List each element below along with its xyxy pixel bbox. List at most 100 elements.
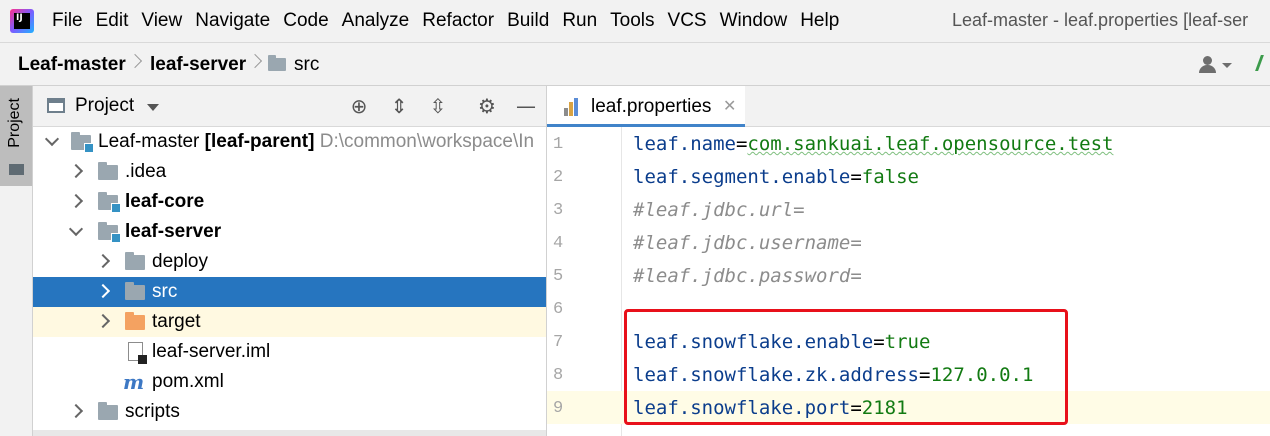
breadcrumb-project[interactable]: Leaf-master bbox=[18, 54, 126, 76]
menu-run[interactable]: Run bbox=[562, 10, 597, 32]
line-number: 3 bbox=[547, 193, 622, 226]
menu-refactor[interactable]: Refactor bbox=[422, 10, 494, 32]
code-line[interactable]: 5 #leaf.jdbc.password= bbox=[547, 259, 1270, 292]
line-number-text: 7 bbox=[553, 333, 564, 352]
tree-label: .idea bbox=[125, 161, 167, 182]
property-equals: = bbox=[918, 364, 931, 386]
folder-icon bbox=[98, 162, 118, 180]
code-comment: #leaf.jdbc.password= bbox=[633, 265, 862, 287]
line-number-text: 1 bbox=[553, 135, 564, 154]
tree-row[interactable]: leaf-server bbox=[33, 217, 546, 247]
chevron-right-icon[interactable] bbox=[95, 313, 111, 329]
main-menu: File Edit View Navigate Code Analyze Ref… bbox=[40, 0, 845, 42]
project-tool-button[interactable]: Project bbox=[0, 86, 32, 186]
menu-code[interactable]: Code bbox=[283, 10, 328, 32]
property-key: leaf.segment.enable bbox=[633, 166, 851, 188]
line-number: 7 bbox=[547, 325, 622, 358]
tree-label: pom.xml bbox=[152, 371, 224, 392]
menu-file[interactable]: File bbox=[52, 10, 83, 32]
vcs-commit-icon[interactable] bbox=[1255, 55, 1270, 71]
line-number: 9 bbox=[547, 391, 622, 424]
code-line-current[interactable]: 9 leaf.snowflake.port=2181 bbox=[547, 391, 1270, 424]
chevron-right-icon[interactable] bbox=[68, 163, 84, 179]
tree-row[interactable]: leaf-server.iml bbox=[33, 337, 546, 367]
tree-label: target bbox=[152, 311, 201, 332]
code-line[interactable]: 4 #leaf.jdbc.username= bbox=[547, 226, 1270, 259]
line-number-text: 8 bbox=[553, 366, 564, 385]
tree-label-root: Leaf-master [leaf-parent] D:\common\work… bbox=[98, 131, 534, 153]
line-number: 8 bbox=[547, 358, 622, 391]
tree-row[interactable]: scripts bbox=[33, 397, 546, 427]
line-number-text: 5 bbox=[553, 267, 564, 286]
line-number: 6 bbox=[547, 292, 622, 325]
tree-label: leaf-server.iml bbox=[152, 341, 271, 362]
chevron-down-icon[interactable] bbox=[68, 221, 84, 237]
menu-navigate[interactable]: Navigate bbox=[195, 10, 270, 32]
code-area[interactable]: 1 leaf.name=com.sankuai.leaf.opensource.… bbox=[547, 127, 1270, 436]
code-line[interactable]: 2 leaf.segment.enable=false bbox=[547, 160, 1270, 193]
left-tool-strip: Project bbox=[0, 86, 33, 436]
tree-row[interactable]: .idea bbox=[33, 157, 546, 187]
line-number-text: 6 bbox=[553, 300, 564, 319]
code-line[interactable]: 6 bbox=[547, 292, 1270, 325]
collapse-all-icon[interactable]: ⇳ bbox=[427, 95, 449, 117]
horizontal-scrollbar[interactable] bbox=[33, 430, 546, 436]
menu-tools[interactable]: Tools bbox=[610, 10, 654, 32]
menu-build[interactable]: Build bbox=[507, 10, 549, 32]
close-icon[interactable]: ✕ bbox=[723, 96, 736, 115]
tree-row[interactable]: m pom.xml bbox=[33, 367, 546, 397]
folder-icon bbox=[98, 402, 118, 420]
code-line[interactable]: 8 leaf.snowflake.zk.address=127.0.0.1 bbox=[547, 358, 1270, 391]
tree-label: leaf-server bbox=[125, 221, 222, 242]
tree-label: deploy bbox=[152, 251, 208, 272]
gear-icon[interactable]: ⚙ bbox=[476, 95, 498, 117]
menu-help[interactable]: Help bbox=[800, 10, 839, 32]
expand-all-icon[interactable]: ⇕ bbox=[388, 95, 410, 117]
editor-tab-leaf-properties[interactable]: leaf.properties ✕ bbox=[547, 86, 745, 127]
property-key: leaf.snowflake.zk.address bbox=[633, 364, 919, 386]
tree-label: src bbox=[152, 281, 178, 302]
chevron-right-icon[interactable] bbox=[95, 253, 111, 269]
code-text: leaf.snowflake.enable=true bbox=[633, 331, 930, 353]
property-key: leaf.snowflake.enable bbox=[633, 331, 874, 353]
property-value: 2181 bbox=[861, 397, 908, 419]
tree-row[interactable]: leaf-core bbox=[33, 187, 546, 217]
line-number: 1 bbox=[547, 127, 622, 160]
tree-row[interactable]: Leaf-master [leaf-parent] D:\common\work… bbox=[33, 127, 546, 157]
chevron-right-icon[interactable] bbox=[68, 193, 84, 209]
chevron-down-icon[interactable] bbox=[147, 104, 159, 111]
menu-view[interactable]: View bbox=[141, 10, 182, 32]
code-line[interactable]: 1 leaf.name=com.sankuai.leaf.opensource.… bbox=[547, 127, 1270, 160]
code-line[interactable]: 7 leaf.snowflake.enable=true bbox=[547, 325, 1270, 358]
chevron-right-icon[interactable] bbox=[95, 283, 111, 299]
property-value: false bbox=[861, 166, 919, 188]
tree-row[interactable]: deploy bbox=[33, 247, 546, 277]
menu-window[interactable]: Window bbox=[720, 10, 788, 32]
module-folder-icon bbox=[71, 132, 94, 153]
tree-row[interactable]: target bbox=[33, 307, 546, 337]
breadcrumb-module[interactable]: leaf-server bbox=[150, 54, 246, 76]
project-window-icon bbox=[47, 98, 65, 113]
locate-icon[interactable]: ⊕ bbox=[348, 95, 370, 117]
minimize-icon[interactable]: — bbox=[515, 95, 537, 117]
menu-analyze[interactable]: Analyze bbox=[342, 10, 410, 32]
menu-edit[interactable]: Edit bbox=[96, 10, 129, 32]
chevron-right-icon[interactable] bbox=[68, 403, 84, 419]
breadcrumb-folder[interactable]: src bbox=[294, 54, 319, 76]
project-panel-header: Project ⊕ ⇕ ⇳ ⚙ — bbox=[33, 86, 546, 127]
excluded-folder-icon bbox=[125, 312, 145, 330]
tree-label: scripts bbox=[125, 401, 180, 422]
property-equals: = bbox=[850, 397, 862, 419]
line-number-text: 4 bbox=[553, 234, 564, 253]
project-panel-title[interactable]: Project bbox=[75, 95, 134, 117]
chevron-down-icon[interactable] bbox=[1222, 63, 1232, 68]
property-value: 127.0.0.1 bbox=[930, 364, 1034, 386]
tree-row-selected[interactable]: src bbox=[33, 277, 546, 307]
editor-tab-bar: leaf.properties ✕ bbox=[547, 86, 1270, 127]
menu-vcs[interactable]: VCS bbox=[668, 10, 707, 32]
property-value: com.sankuai.leaf.opensource.test bbox=[747, 133, 1114, 155]
user-icon[interactable] bbox=[1198, 56, 1220, 74]
code-text: leaf.name=com.sankuai.leaf.opensource.te… bbox=[633, 133, 1113, 155]
chevron-down-icon[interactable] bbox=[44, 131, 60, 147]
code-line[interactable]: 3 #leaf.jdbc.url= bbox=[547, 193, 1270, 226]
